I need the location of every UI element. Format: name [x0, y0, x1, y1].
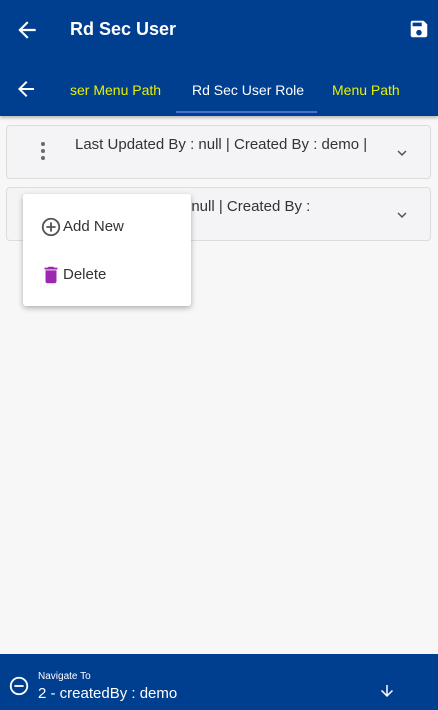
page-title: Rd Sec User — [70, 19, 177, 39]
arrow-down-icon[interactable] — [378, 682, 396, 700]
arrow-left-icon[interactable] — [14, 77, 38, 101]
arrow-left-icon[interactable] — [14, 17, 40, 43]
tab-rd-sec-user-role[interactable]: Rd Sec User Role — [192, 82, 304, 98]
record-text: : null | Created By : — [183, 198, 311, 215]
remove-circle-icon[interactable] — [8, 675, 30, 697]
app-bar: Rd Sec User — [0, 0, 438, 60]
chevron-down-icon[interactable] — [393, 206, 411, 224]
record-text: Last Updated By : null | Created By : de… — [75, 136, 368, 153]
navigate-to-label: Navigate To — [38, 671, 91, 682]
record-card[interactable]: Last Updated By : null | Created By : de… — [6, 125, 431, 179]
save-icon[interactable] — [408, 18, 430, 40]
trash-icon — [44, 266, 58, 284]
delete-label: Delete — [63, 266, 107, 283]
add-new-label: Add New — [63, 218, 124, 235]
delete-menu-item[interactable]: Delete — [23, 251, 191, 299]
tab-menu-path[interactable]: Menu Path — [332, 82, 400, 98]
tab-user-menu-path[interactable]: ser Menu Path — [70, 82, 166, 98]
tab-bar: ser Menu Path Rd Sec User Role Menu Path — [0, 60, 438, 116]
bottom-nav-bar[interactable]: Navigate To 2 - createdBy : demo — [0, 654, 438, 710]
chevron-down-icon[interactable] — [393, 144, 411, 162]
more-vert-icon[interactable] — [37, 142, 49, 162]
active-tab-indicator — [176, 111, 317, 113]
add-new-menu-item[interactable]: Add New — [23, 203, 191, 251]
add-circle-icon — [41, 217, 61, 237]
navigate-to-value: 2 - createdBy : demo — [38, 685, 178, 702]
context-menu: Add New Delete — [23, 194, 191, 306]
